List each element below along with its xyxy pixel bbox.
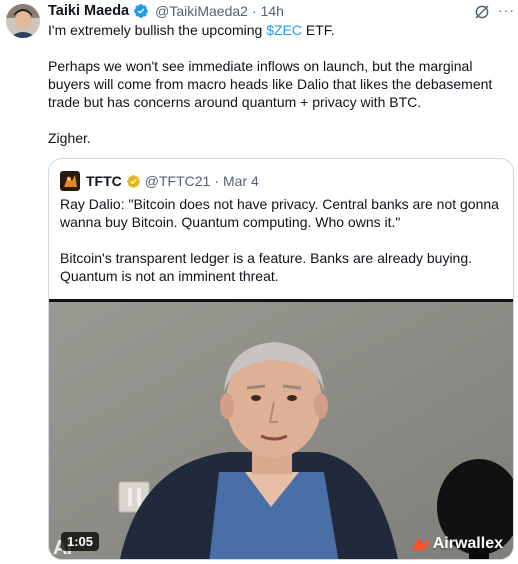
- airwallex-logo-icon: [411, 538, 430, 550]
- quoted-header-separator: ·: [214, 173, 219, 189]
- quoted-author-handle[interactable]: @TFTC21: [145, 173, 211, 189]
- quoted-paragraph-2: Bitcoin's transparent ledger is a featur…: [60, 250, 473, 284]
- grok-icon[interactable]: [473, 3, 491, 21]
- video-brand-logo: Airwallex: [411, 535, 503, 553]
- quoted-paragraph-1: Ray Dalio: "Bitcoin does not have privac…: [60, 196, 499, 230]
- tweet-paragraph-3: Zigher.: [48, 130, 91, 146]
- video-brand-text: Airwallex: [432, 535, 503, 552]
- author-avatar[interactable]: [6, 4, 40, 38]
- cashtag-link[interactable]: $ZEC: [266, 22, 302, 38]
- quoted-author-name[interactable]: TFTC: [86, 173, 122, 189]
- verified-gold-badge-icon[interactable]: [126, 174, 141, 189]
- tweet-paragraph-1: I'm extremely bullish the upcoming $ZEC …: [48, 21, 508, 39]
- tweet-header: Taiki Maeda @TaikiMaeda2 · 14h: [48, 2, 284, 20]
- tweet-text-segment: ETF.: [302, 22, 335, 38]
- quoted-author-avatar[interactable]: [60, 171, 80, 191]
- video-thumbnail: [49, 302, 513, 559]
- video-duration: 1:05: [61, 532, 100, 551]
- quoted-tweet-text: Ray Dalio: "Bitcoin does not have privac…: [60, 195, 506, 285]
- header-separator: ·: [251, 3, 257, 19]
- quoted-tweet-header: TFTC @TFTC21 · Mar 4: [60, 171, 259, 191]
- tweet-timestamp[interactable]: 14h: [261, 3, 284, 19]
- tweet-text: I'm extremely bullish the upcoming $ZEC …: [48, 21, 508, 147]
- video-player[interactable]: AI 1:05 Airwallex: [49, 299, 513, 559]
- quoted-tweet-card[interactable]: TFTC @TFTC21 · Mar 4 Ray Dalio: "Bitcoin…: [48, 158, 514, 560]
- quoted-tweet-timestamp[interactable]: Mar 4: [223, 173, 259, 189]
- author-handle[interactable]: @TaikiMaeda2: [155, 3, 248, 19]
- more-options-icon[interactable]: ···: [498, 2, 515, 18]
- tweet-paragraph-2: Perhaps we won't see immediate inflows o…: [48, 58, 493, 110]
- quoted-avatar-image: [60, 171, 80, 191]
- verified-blue-check-icon[interactable]: [133, 3, 149, 19]
- tweet-text-segment: I'm extremely bullish the upcoming: [48, 22, 267, 38]
- author-avatar-image: [6, 4, 40, 38]
- author-name[interactable]: Taiki Maeda: [48, 3, 129, 19]
